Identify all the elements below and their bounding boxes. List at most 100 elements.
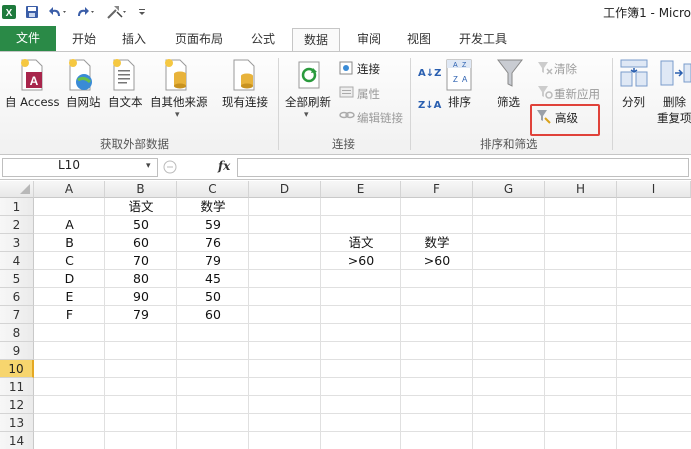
existing-connections-icon[interactable] bbox=[230, 58, 260, 95]
sort-button[interactable]: 排序 bbox=[448, 94, 471, 110]
cell-c3[interactable]: 76 bbox=[177, 234, 249, 252]
web-icon[interactable] bbox=[66, 58, 96, 95]
tab-home[interactable]: 开始 bbox=[62, 28, 106, 51]
tab-review[interactable]: 审阅 bbox=[346, 28, 392, 51]
column-header-a[interactable]: A bbox=[34, 181, 105, 198]
clear-button[interactable]: 清除 bbox=[554, 61, 577, 77]
row-header-2[interactable]: 2 bbox=[0, 216, 34, 234]
row-header-3[interactable]: 3 bbox=[0, 234, 34, 252]
reapply-button[interactable]: 重新应用 bbox=[554, 86, 600, 102]
cell-a2[interactable]: A bbox=[34, 216, 105, 234]
tools-icon[interactable] bbox=[104, 3, 130, 20]
tab-formulas[interactable]: 公式 bbox=[240, 28, 286, 51]
cell-f3[interactable]: 数学 bbox=[401, 234, 473, 252]
tab-insert[interactable]: 插入 bbox=[112, 28, 156, 51]
column-header-b[interactable]: B bbox=[105, 181, 177, 198]
row-header-12[interactable]: 12 bbox=[0, 396, 34, 414]
remove-duplicates-button[interactable]: 删除 bbox=[663, 94, 686, 110]
existing-connections-button[interactable]: 现有连接 bbox=[222, 94, 268, 110]
filter-button[interactable]: 筛选 bbox=[497, 94, 520, 110]
cell-c4[interactable]: 79 bbox=[177, 252, 249, 270]
from-text-button[interactable]: 自文本 bbox=[108, 94, 143, 110]
from-web-button[interactable]: 自网站 bbox=[66, 94, 101, 110]
column-header-d[interactable]: D bbox=[249, 181, 321, 198]
row-header-6[interactable]: 6 bbox=[0, 288, 34, 306]
cell-c7[interactable]: 60 bbox=[177, 306, 249, 324]
row-header-10[interactable]: 10 bbox=[0, 360, 34, 378]
chevron-down-icon[interactable]: ▾ bbox=[146, 161, 151, 171]
cell-b1[interactable]: 语文 bbox=[105, 198, 177, 216]
chevron-down-icon[interactable]: ▾ bbox=[304, 110, 309, 120]
column-header-f[interactable]: F bbox=[401, 181, 473, 198]
edit-links-button[interactable]: 编辑链接 bbox=[357, 110, 403, 126]
text-file-icon[interactable] bbox=[110, 58, 140, 95]
other-sources-icon[interactable] bbox=[162, 58, 192, 95]
cell-c2[interactable]: 59 bbox=[177, 216, 249, 234]
from-other-sources-button[interactable]: 自其他来源 bbox=[150, 94, 208, 110]
redo-icon[interactable] bbox=[76, 3, 98, 20]
tab-view[interactable]: 视图 bbox=[396, 28, 442, 51]
tab-file[interactable]: 文件 bbox=[0, 26, 56, 51]
tab-page-layout[interactable]: 页面布局 bbox=[164, 28, 234, 51]
undo-icon[interactable] bbox=[48, 3, 70, 20]
worksheet-grid[interactable]: A B C D E F G H I 1 2 3 4 5 6 7 8 9 10 11 12 13 14 语文 数学 A 50 59 B 60… bbox=[0, 181, 691, 449]
insert-function-button[interactable]: fx bbox=[218, 159, 230, 173]
cell-c1[interactable]: 数学 bbox=[177, 198, 249, 216]
advanced-highlight-box bbox=[530, 104, 600, 136]
cell-b5[interactable]: 80 bbox=[105, 270, 177, 288]
cell-c6[interactable]: 50 bbox=[177, 288, 249, 306]
cell-a7[interactable]: F bbox=[34, 306, 105, 324]
text-to-columns-icon[interactable] bbox=[620, 58, 648, 91]
name-box[interactable] bbox=[2, 158, 158, 177]
column-header-h[interactable]: H bbox=[545, 181, 617, 198]
cell-f4[interactable]: >60 bbox=[401, 252, 473, 270]
sort-a-to-z-button[interactable]: A↓Z bbox=[418, 68, 441, 79]
row-header-14[interactable]: 14 bbox=[0, 432, 34, 449]
connections-button[interactable]: 连接 bbox=[357, 61, 380, 77]
refresh-all-icon[interactable] bbox=[296, 58, 324, 95]
column-header-c[interactable]: C bbox=[177, 181, 249, 198]
row-header-8[interactable]: 8 bbox=[0, 324, 34, 342]
cell-e3[interactable]: 语文 bbox=[321, 234, 401, 252]
row-header-1[interactable]: 1 bbox=[0, 198, 34, 216]
group-label-connections: 连接 bbox=[332, 137, 355, 151]
cell-a5[interactable]: D bbox=[34, 270, 105, 288]
cell-e4[interactable]: >60 bbox=[321, 252, 401, 270]
customize-toolbar-icon[interactable] bbox=[136, 3, 148, 20]
remove-duplicates-icon[interactable] bbox=[660, 58, 691, 91]
tab-data[interactable]: 数据 bbox=[292, 28, 340, 52]
cell-c5[interactable]: 45 bbox=[177, 270, 249, 288]
cell-b6[interactable]: 90 bbox=[105, 288, 177, 306]
group-separator bbox=[410, 58, 411, 150]
column-header-e[interactable]: E bbox=[321, 181, 401, 198]
cell-b3[interactable]: 60 bbox=[105, 234, 177, 252]
row-header-13[interactable]: 13 bbox=[0, 414, 34, 432]
text-to-columns-button[interactable]: 分列 bbox=[622, 94, 645, 110]
row-header-9[interactable]: 9 bbox=[0, 342, 34, 360]
row-header-7[interactable]: 7 bbox=[0, 306, 34, 324]
filter-icon[interactable] bbox=[496, 58, 524, 93]
chevron-down-icon[interactable]: ▾ bbox=[175, 110, 180, 120]
refresh-all-button[interactable]: 全部刷新 bbox=[285, 94, 331, 110]
row-header-4[interactable]: 4 bbox=[0, 252, 34, 270]
sort-icon[interactable]: AZZA bbox=[445, 58, 473, 95]
cell-a3[interactable]: B bbox=[34, 234, 105, 252]
column-header-g[interactable]: G bbox=[473, 181, 545, 198]
save-icon[interactable] bbox=[24, 3, 40, 20]
from-access-button[interactable]: 自 Access bbox=[5, 94, 60, 110]
cell-b2[interactable]: 50 bbox=[105, 216, 177, 234]
tab-developer[interactable]: 开发工具 bbox=[450, 28, 516, 51]
formula-input[interactable] bbox=[237, 158, 689, 177]
cell-a6[interactable]: E bbox=[34, 288, 105, 306]
cell-b7[interactable]: 79 bbox=[105, 306, 177, 324]
select-all-corner[interactable] bbox=[0, 181, 34, 198]
cell-a4[interactable]: C bbox=[34, 252, 105, 270]
row-header-11[interactable]: 11 bbox=[0, 378, 34, 396]
sort-z-to-a-button[interactable]: Z↓A bbox=[418, 100, 441, 111]
connections-icon[interactable] bbox=[339, 60, 355, 79]
properties-button[interactable]: 属性 bbox=[357, 86, 380, 102]
row-header-5[interactable]: 5 bbox=[0, 270, 34, 288]
cell-b4[interactable]: 70 bbox=[105, 252, 177, 270]
access-icon[interactable]: A bbox=[18, 58, 48, 95]
column-header-i[interactable]: I bbox=[617, 181, 691, 198]
